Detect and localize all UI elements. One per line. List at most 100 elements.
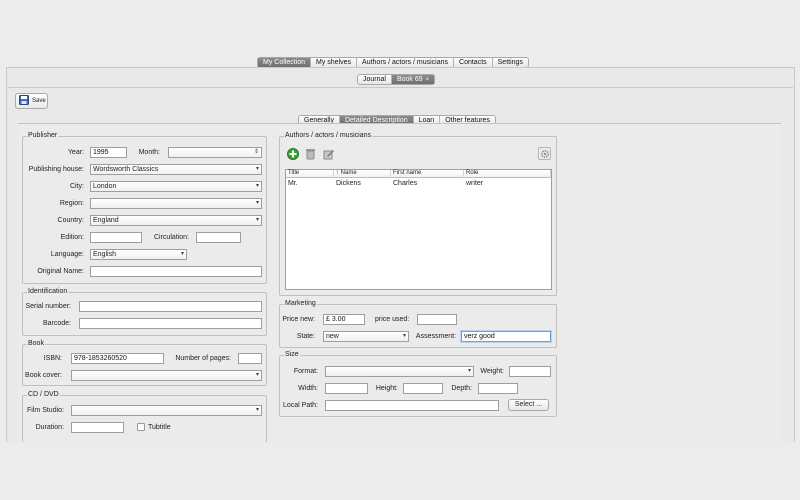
column-header-role[interactable]: Role xyxy=(464,170,551,178)
tab-journal[interactable]: Journal xyxy=(358,75,392,84)
barcode-field[interactable] xyxy=(79,318,262,329)
identification-legend: Identification xyxy=(27,288,69,295)
year-label: Year: xyxy=(67,149,84,156)
authors-table[interactable]: Title ↑ Name First name Role Mr. Dickens… xyxy=(285,169,552,290)
save-button[interactable]: Save xyxy=(15,93,48,109)
local-path-label: Local Path: xyxy=(282,402,318,409)
assessment-field[interactable]: verz good xyxy=(461,331,551,342)
cell-first-name: Charles xyxy=(393,180,418,187)
close-icon[interactable]: × xyxy=(426,77,430,83)
isbn-field[interactable]: 978-1853260520 xyxy=(71,353,164,364)
weight-label: Weight: xyxy=(480,368,504,375)
publishing-house-value: Wordsworth Classics xyxy=(93,166,159,173)
region-select[interactable]: ▾ xyxy=(90,198,262,209)
edit-author-button[interactable] xyxy=(322,147,335,160)
price-new-field[interactable]: £ 3.00 xyxy=(323,314,365,325)
authors-legend: Authors / actors / musicians xyxy=(284,132,372,139)
tab-book-69-label: Book 69 xyxy=(396,76,423,83)
tab-my-collection[interactable]: My Collection xyxy=(258,58,312,67)
cell-role: writer xyxy=(466,180,484,187)
publishing-house-select[interactable]: Wordsworth Classics ▾ xyxy=(90,164,262,175)
chevron-down-icon: ▾ xyxy=(255,183,259,189)
chevron-down-icon: ▾ xyxy=(180,251,184,257)
state-value: new xyxy=(326,333,339,340)
serial-number-field[interactable] xyxy=(79,301,262,312)
edition-field[interactable] xyxy=(90,232,142,243)
add-author-button[interactable] xyxy=(286,147,299,160)
settings-button[interactable] xyxy=(538,147,551,160)
tab-authors[interactable]: Authors / actors / musicians xyxy=(357,58,455,67)
depth-label: Depth: xyxy=(451,385,472,392)
state-select[interactable]: new ▾ xyxy=(323,331,409,342)
circulation-field[interactable] xyxy=(196,232,241,243)
cell-title: Mr. xyxy=(288,180,298,187)
month-select[interactable]: ⇕ xyxy=(168,147,262,158)
chevron-down-icon: ▾ xyxy=(402,333,406,339)
language-select[interactable]: English ▾ xyxy=(90,249,187,260)
save-label: Save xyxy=(32,98,46,104)
local-path-field[interactable] xyxy=(325,400,499,411)
height-field[interactable] xyxy=(403,383,443,394)
width-field[interactable] xyxy=(325,383,368,394)
tubtitle-checkbox[interactable] xyxy=(137,423,145,431)
tubtitle-label: Tubtitle xyxy=(148,424,171,431)
size-group: Size Format: ▾ Weight: Width: Height: De… xyxy=(279,351,557,417)
tab-contacts[interactable]: Contacts xyxy=(454,58,493,67)
tab-settings[interactable]: Settings xyxy=(493,58,528,67)
film-studio-label: Film Studio: xyxy=(27,407,64,414)
tab-my-shelves[interactable]: My shelves xyxy=(311,58,358,67)
year-field[interactable]: 1995 xyxy=(90,147,127,158)
cell-name: Dickens xyxy=(336,180,361,187)
city-label: City: xyxy=(70,183,84,190)
weight-field[interactable] xyxy=(509,366,551,377)
language-value: English xyxy=(93,251,116,258)
chevron-down-icon: ▾ xyxy=(255,166,259,172)
publishing-house-label: Publishing house: xyxy=(28,166,84,173)
select-path-button[interactable]: Select ... xyxy=(508,399,549,411)
window-top-area xyxy=(0,0,800,55)
book-cover-label: Book cover: xyxy=(25,372,62,379)
film-studio-select[interactable]: ▾ xyxy=(71,405,262,416)
publisher-legend: Publisher xyxy=(27,132,59,139)
month-label: Month: xyxy=(138,149,160,156)
format-select[interactable]: ▾ xyxy=(325,366,474,377)
book-cover-select[interactable]: ▾ xyxy=(71,370,262,381)
assessment-label: Assessment: xyxy=(415,333,456,340)
tab-book-69[interactable]: Book 69 × xyxy=(391,75,435,84)
number-of-pages-label: Number of pages: xyxy=(175,355,231,362)
marketing-group: Marketing Price new: £ 3.00 price used: … xyxy=(279,300,557,348)
chevron-down-icon: ▾ xyxy=(255,407,259,413)
delete-author-button[interactable] xyxy=(304,147,317,160)
number-of-pages-field[interactable] xyxy=(238,353,262,364)
language-label: Language: xyxy=(50,251,84,258)
price-used-label: price used: xyxy=(375,316,410,323)
floppy-disk-icon xyxy=(19,95,29,107)
chevron-down-icon: ▾ xyxy=(255,372,259,378)
size-legend: Size xyxy=(284,351,300,358)
gear-icon xyxy=(540,149,549,158)
country-label: Country: xyxy=(57,217,84,224)
country-select[interactable]: England ▾ xyxy=(90,215,262,226)
column-header-title[interactable]: Title xyxy=(286,170,334,178)
state-label: State: xyxy=(296,333,315,340)
book-legend: Book xyxy=(27,340,45,347)
marketing-legend: Marketing xyxy=(284,300,317,307)
detailed-description-panel: Publisher Year: 1995 Month: ⇕ Publishing… xyxy=(18,123,781,449)
price-new-label: Price new: xyxy=(282,316,315,323)
column-header-first-name[interactable]: First name xyxy=(391,170,464,178)
duration-field[interactable] xyxy=(71,422,124,433)
edit-icon xyxy=(323,149,334,159)
authors-group: Authors / actors / musicians Title ↑ Nam… xyxy=(279,132,557,296)
document-tab-bar: Journal Book 69 × xyxy=(357,74,436,85)
edition-label: Edition: xyxy=(60,234,84,241)
country-value: England xyxy=(93,217,119,224)
add-icon xyxy=(286,147,299,160)
original-name-field[interactable] xyxy=(90,266,262,277)
column-header-name[interactable]: ↑ Name xyxy=(334,170,391,178)
price-used-field[interactable] xyxy=(417,314,457,325)
depth-field[interactable] xyxy=(478,383,518,394)
window-bottom-area xyxy=(0,442,800,500)
serial-number-label: Serial number: xyxy=(25,303,71,310)
format-label: Format: xyxy=(293,368,318,375)
city-select[interactable]: London ▾ xyxy=(90,181,262,192)
